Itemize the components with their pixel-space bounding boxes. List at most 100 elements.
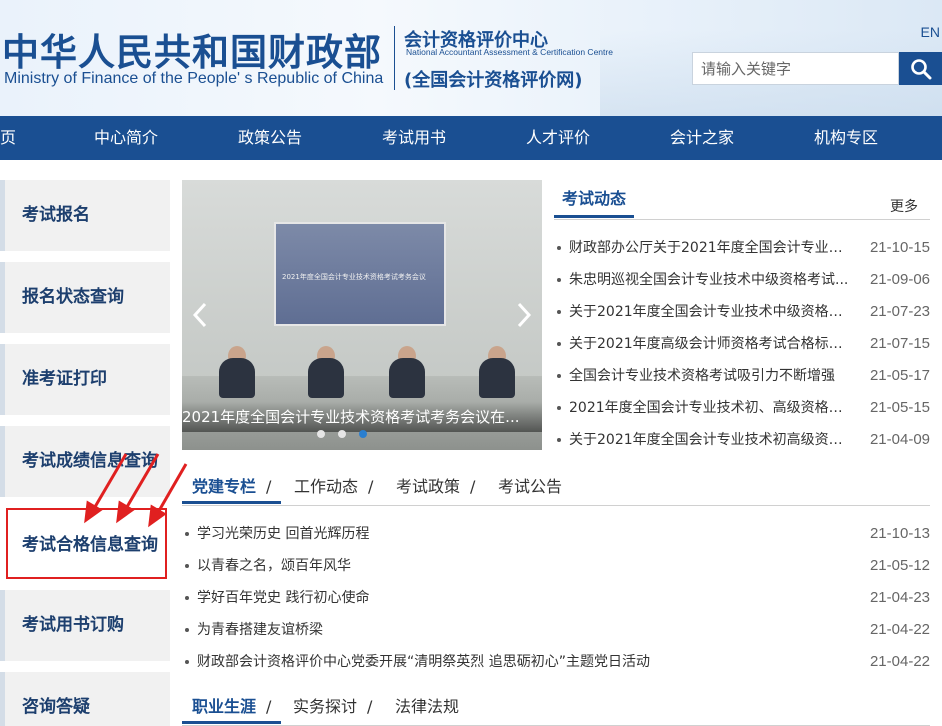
tab-career[interactable]: 职业生涯 / [182, 692, 282, 724]
tab-label: 法律法规 [395, 697, 460, 716]
tab-separator: / [470, 477, 476, 496]
sidebar-item-admission-ticket[interactable]: 准考证打印 [0, 344, 170, 415]
sidebar-item-book-order[interactable]: 考试用书订购 [0, 590, 170, 661]
bullet-icon [185, 532, 189, 536]
news-row[interactable]: 2021年度全国会计专业技术初、高级资格考... 21-05-15 [557, 392, 930, 424]
sidebar-item-label: 考试合格信息查询 [22, 535, 158, 555]
list-item-date: 21-05-12 [869, 557, 930, 574]
news-title[interactable]: 关于2021年度全国会计专业技术中级资格考... [569, 296, 855, 328]
news-title[interactable]: 关于2021年度高级会计师资格考试合格标准... [569, 328, 855, 360]
bullet-icon [185, 596, 189, 600]
news-date: 21-07-15 [869, 335, 930, 352]
more-link[interactable]: 更多 [890, 196, 918, 216]
person [308, 358, 344, 398]
news-date: 21-05-17 [869, 367, 930, 384]
sidebar-item-registration[interactable]: 考试报名 [0, 180, 170, 251]
list-item[interactable]: 学好百年党史 践行初心使命 21-04-23 [185, 582, 930, 614]
nav-item-home[interactable]: 页 [0, 116, 16, 160]
bullet-icon [557, 406, 561, 410]
party-tabs: 党建专栏 / 工作动态 / 考试政策 / 考试公告 [182, 472, 930, 506]
news-date: 21-10-15 [869, 239, 930, 256]
header-divider [394, 26, 395, 90]
list-item-title[interactable]: 学好百年党史 践行初心使命 [197, 582, 369, 614]
bullet-icon [557, 310, 561, 314]
sidebar-item-label: 考试成绩信息查询 [22, 451, 158, 471]
sidebar-item-score-query[interactable]: 考试成绩信息查询 [0, 426, 170, 497]
ministry-name-cn[interactable]: 中华人民共和国财政部 [2, 22, 382, 76]
main-nav: 页 中心简介 政策公告 考试用书 人才评价 会计之家 机构专区 [0, 116, 942, 160]
tab-laws[interactable]: 法律法规 [395, 692, 459, 724]
news-row[interactable]: 朱忠明巡视全国会计专业技术中级资格考试... 21-09-06 [557, 264, 930, 296]
tab-exam-policy[interactable]: 考试政策 / [396, 472, 475, 504]
carousel-caption[interactable]: 2021年度全国会计专业技术资格考试考务会议在... [182, 402, 542, 432]
news-title[interactable]: 关于2021年度全国会计专业技术初高级资格... [569, 424, 855, 456]
list-item[interactable]: 为青春搭建友谊桥梁 21-04-22 [185, 614, 930, 646]
carousel-pagination [317, 430, 367, 442]
news-date: 21-04-09 [869, 431, 930, 448]
sidebar-item-pass-query[interactable]: 考试合格信息查询 [6, 508, 167, 579]
tab-party-building[interactable]: 党建专栏 / [182, 472, 282, 504]
list-item-title[interactable]: 以青春之名，颂百年风华 [197, 550, 351, 582]
centre-network-name[interactable]: (全国会计资格评价网) [404, 66, 582, 92]
list-item-date: 21-10-13 [869, 525, 930, 542]
list-item[interactable]: 学习光荣历史 回首光辉历程 21-10-13 [185, 518, 930, 550]
bullet-icon [185, 628, 189, 632]
bullet-icon [557, 438, 561, 442]
bullet-icon [557, 342, 561, 346]
news-row[interactable]: 关于2021年度全国会计专业技术中级资格考... 21-07-23 [557, 296, 930, 328]
news-title[interactable]: 2021年度全国会计专业技术初、高级资格考... [569, 392, 855, 424]
tab-practice[interactable]: 实务探讨 / [293, 692, 372, 724]
nav-item-talent[interactable]: 人才评价 [526, 116, 590, 160]
tab-separator: / [266, 697, 272, 716]
nav-item-books[interactable]: 考试用书 [382, 116, 446, 160]
sidebar-item-label: 考试用书订购 [22, 615, 124, 635]
news-carousel[interactable]: 2021年度全国会计专业技术资格考试考务会议 2021年度全国会计专业技术资格考… [182, 180, 542, 450]
nav-item-about[interactable]: 中心简介 [94, 116, 158, 160]
sidebar-item-registration-status[interactable]: 报名状态查询 [0, 262, 170, 333]
news-title[interactable]: 朱忠明巡视全国会计专业技术中级资格考试... [569, 264, 855, 296]
chevron-left-icon[interactable] [190, 300, 210, 330]
search-button[interactable] [899, 52, 942, 85]
carousel-dot[interactable] [317, 430, 325, 438]
list-item-date: 21-04-22 [869, 653, 930, 670]
news-row[interactable]: 财政部办公厅关于2021年度全国会计专业技... 21-10-15 [557, 232, 930, 264]
news-row[interactable]: 关于2021年度高级会计师资格考试合格标准... 21-07-15 [557, 328, 930, 360]
bullet-icon [557, 278, 561, 282]
carousel-dot[interactable] [338, 430, 346, 438]
ministry-name-en[interactable]: Ministry of Finance of the People' s Rep… [4, 70, 383, 88]
nav-item-accountant-home[interactable]: 会计之家 [670, 116, 734, 160]
tab-exam-notice[interactable]: 考试公告 [498, 472, 562, 504]
sidebar-item-label: 报名状态查询 [22, 287, 124, 307]
sidebar-item-label: 考试报名 [22, 205, 90, 225]
list-item-title[interactable]: 学习光荣历史 回首光辉历程 [197, 518, 369, 550]
english-language-link[interactable]: EN [921, 24, 940, 40]
nav-item-institutions[interactable]: 机构专区 [814, 116, 878, 160]
tab-label: 考试公告 [498, 477, 563, 496]
exam-news-title[interactable]: 考试动态 [554, 184, 635, 218]
list-item[interactable]: 以青春之名，颂百年风华 21-05-12 [185, 550, 930, 582]
tab-label: 实务探讨 [293, 697, 358, 716]
bullet-icon [557, 374, 561, 378]
list-item-title[interactable]: 财政部会计资格评价中心党委开展“清明祭英烈 追思砺初心”主题党日活动 [197, 646, 650, 678]
news-title[interactable]: 财政部办公厅关于2021年度全国会计专业技... [569, 232, 855, 264]
news-title[interactable]: 全国会计专业技术资格考试吸引力不断增强 [569, 360, 855, 392]
list-item[interactable]: 财政部会计资格评价中心党委开展“清明祭英烈 追思砺初心”主题党日活动 21-04-… [185, 646, 930, 678]
carousel-dot-active[interactable] [359, 430, 367, 438]
tab-work-news[interactable]: 工作动态 / [294, 472, 373, 504]
bullet-icon [185, 660, 189, 664]
bullet-icon [557, 246, 561, 250]
site-header: 中华人民共和国财政部 Ministry of Finance of the Pe… [0, 0, 942, 116]
sidebar-item-faq[interactable]: 咨询答疑 [0, 672, 170, 726]
news-row[interactable]: 全国会计专业技术资格考试吸引力不断增强 21-05-17 [557, 360, 930, 392]
search-input[interactable] [692, 52, 899, 85]
list-item-date: 21-04-22 [869, 621, 930, 638]
tab-separator: / [266, 477, 272, 496]
tab-separator: / [368, 477, 374, 496]
list-item-title[interactable]: 为青春搭建友谊桥梁 [197, 614, 323, 646]
chevron-right-icon[interactable] [514, 300, 534, 330]
sidebar-item-label: 准考证打印 [22, 369, 107, 389]
news-row[interactable]: 关于2021年度全国会计专业技术初高级资格... 21-04-09 [557, 424, 930, 456]
nav-item-policy[interactable]: 政策公告 [238, 116, 302, 160]
exam-news-header: 考试动态 更多 [554, 184, 930, 220]
tab-label: 工作动态 [294, 477, 359, 496]
